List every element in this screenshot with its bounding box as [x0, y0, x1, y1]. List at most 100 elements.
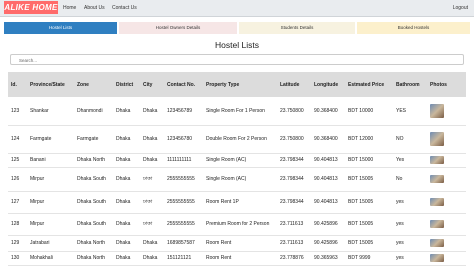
cell-id: 130	[8, 251, 27, 266]
cell-property-type: Room Rent	[203, 235, 277, 252]
hostel-photo[interactable]	[430, 175, 444, 183]
table-row: 128 Mirpur Dhaka South Dhaka ঢাকা 255555…	[8, 213, 466, 236]
cell-photo	[427, 213, 466, 236]
cell-price: BDT 9999	[345, 251, 393, 266]
brand-logo[interactable]: ALIKE HOME	[4, 1, 58, 14]
cell-province: Farmgate	[27, 125, 74, 154]
hostel-photo[interactable]	[430, 156, 444, 164]
nav-home-link[interactable]: Home	[63, 0, 76, 16]
page-title: Hostel Lists	[215, 40, 259, 50]
cell-property-type: Room Rent 1P	[203, 191, 277, 214]
hostel-photo[interactable]	[430, 220, 444, 228]
cell-property-type: Room Rent	[203, 251, 277, 266]
cell-city: ঢাকা	[140, 213, 164, 236]
tab-hostel-lists[interactable]: Hostel Lists	[4, 22, 117, 34]
column-header: District	[113, 72, 140, 97]
cell-zone: Dhaka North	[74, 153, 113, 168]
cell-id: 128	[8, 213, 27, 236]
cell-city: Dhaka	[140, 153, 164, 168]
cell-price: BDT 10000	[345, 97, 393, 126]
cell-contact: 2555555555	[164, 191, 203, 214]
cell-latitude: 23.750800	[277, 97, 311, 126]
cell-price: BDT 15000	[345, 153, 393, 168]
cell-latitude: 23.778876	[277, 251, 311, 266]
cell-photo	[427, 235, 466, 252]
cell-zone: Dhaka South	[74, 213, 113, 236]
cell-photo	[427, 191, 466, 214]
tab-students-details[interactable]: Students Details	[239, 22, 355, 34]
cell-longitude: 90.368400	[311, 125, 345, 154]
cell-longitude: 90.365963	[311, 251, 345, 266]
cell-price: BDT 15005	[345, 191, 393, 214]
table-row: 124 Farmgate Farmgate Dhaka Dhaka 123456…	[8, 125, 466, 154]
cell-district: Dhaka	[113, 125, 140, 154]
cell-id: 123	[8, 97, 27, 126]
table-row: 129 Jatrabari Dhaka North Dhaka Dhaka 16…	[8, 235, 466, 252]
hostel-photo[interactable]	[430, 103, 444, 118]
cell-latitude: 23.798344	[277, 167, 311, 192]
cell-district: Dhaka	[113, 97, 140, 126]
cell-zone: Dhaka South	[74, 191, 113, 214]
cell-property-type: Double Room For 2 Person	[203, 125, 277, 154]
column-header: Estmated Price	[345, 72, 393, 97]
cell-bathroom: yes	[393, 251, 427, 266]
cell-contact: 151121121	[164, 251, 203, 266]
cell-province: Mirpur	[27, 191, 74, 214]
logout-link[interactable]: Logout	[453, 0, 468, 16]
column-header: Photos	[427, 72, 466, 97]
cell-contact: 2555555555	[164, 167, 203, 192]
nav-about-link[interactable]: About Us	[84, 0, 105, 16]
cell-province: Mirpur	[27, 213, 74, 236]
column-header: Bathroom	[393, 72, 427, 97]
tab-booked-hostels[interactable]: Booked Hostels	[357, 22, 470, 34]
cell-longitude: 90.404813	[311, 153, 345, 168]
top-navbar: ALIKE HOME Home About Us Contact Us Logo…	[0, 0, 474, 17]
cell-photo	[427, 167, 466, 192]
cell-latitude: 23.711613	[277, 213, 311, 236]
cell-photo	[427, 251, 466, 266]
table-row: 125 Banani Dhaka North Dhaka Dhaka 11111…	[8, 153, 466, 168]
cell-id: 129	[8, 235, 27, 252]
cell-property-type: Single Room (AC)	[203, 153, 277, 168]
cell-bathroom: NO	[393, 125, 427, 154]
cell-contact: 1689857587	[164, 235, 203, 252]
cell-latitude: 23.798344	[277, 153, 311, 168]
cell-price: BDT 15005	[345, 167, 393, 192]
hostel-table-container: Id. Province/State Zone District City Co…	[8, 72, 466, 266]
cell-longitude: 90.425896	[311, 235, 345, 252]
cell-zone: Dhaka South	[74, 167, 113, 192]
cell-property-type: Single Room For 1 Person	[203, 97, 277, 126]
table-row: 130 Mohakhali Dhaka North Dhaka Dhaka 15…	[8, 251, 466, 266]
column-header: Latitude	[277, 72, 311, 97]
cell-city: ঢাকা	[140, 167, 164, 192]
table-header-row: Id. Province/State Zone District City Co…	[8, 72, 466, 97]
hostel-photo[interactable]	[430, 198, 444, 206]
hostel-photo[interactable]	[430, 239, 444, 247]
nav-contact-link[interactable]: Contact Us	[112, 0, 137, 16]
tab-hostel-owners-details[interactable]: Hostel Owners Details	[119, 22, 237, 34]
cell-city: Dhaka	[140, 125, 164, 154]
column-header: Property Type	[203, 72, 277, 97]
cell-latitude: 23.798344	[277, 191, 311, 214]
hostel-photo[interactable]	[430, 254, 444, 262]
cell-id: 126	[8, 167, 27, 192]
cell-id: 127	[8, 191, 27, 214]
cell-city: Dhaka	[140, 235, 164, 252]
cell-latitude: 23.750800	[277, 125, 311, 154]
cell-province: Banani	[27, 153, 74, 168]
hostel-table: Id. Province/State Zone District City Co…	[8, 72, 466, 266]
cell-zone: Dhaka North	[74, 251, 113, 266]
search-input[interactable]: Search...	[10, 54, 464, 65]
cell-contact: 123456780	[164, 125, 203, 154]
column-header: City	[140, 72, 164, 97]
cell-longitude: 90.425896	[311, 213, 345, 236]
cell-district: Dhaka	[113, 235, 140, 252]
column-header: Longitude	[311, 72, 345, 97]
cell-district: Dhaka	[113, 191, 140, 214]
column-header: Contact No.	[164, 72, 203, 97]
hostel-photo[interactable]	[430, 132, 444, 146]
cell-longitude: 90.404813	[311, 167, 345, 192]
cell-id: 125	[8, 153, 27, 168]
cell-photo	[427, 125, 466, 154]
cell-bathroom: YES	[393, 97, 427, 126]
